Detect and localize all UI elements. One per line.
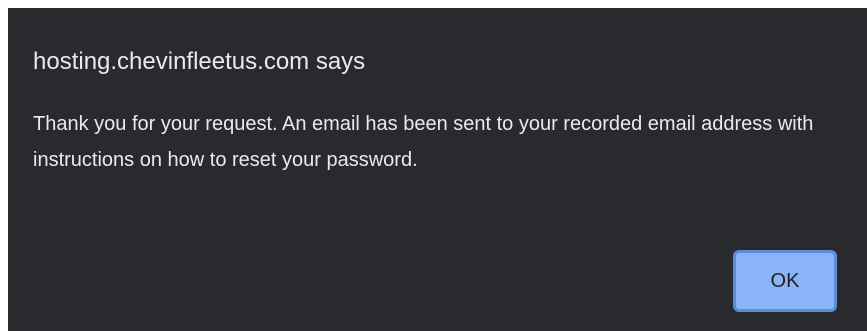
alert-dialog: hosting.chevinfleetus.com says Thank you…	[8, 8, 867, 331]
dialog-message: Thank you for your request. An email has…	[33, 113, 814, 171]
dialog-title: hosting.chevinfleetus.com says	[33, 48, 366, 75]
ok-button[interactable]: OK	[733, 250, 837, 312]
